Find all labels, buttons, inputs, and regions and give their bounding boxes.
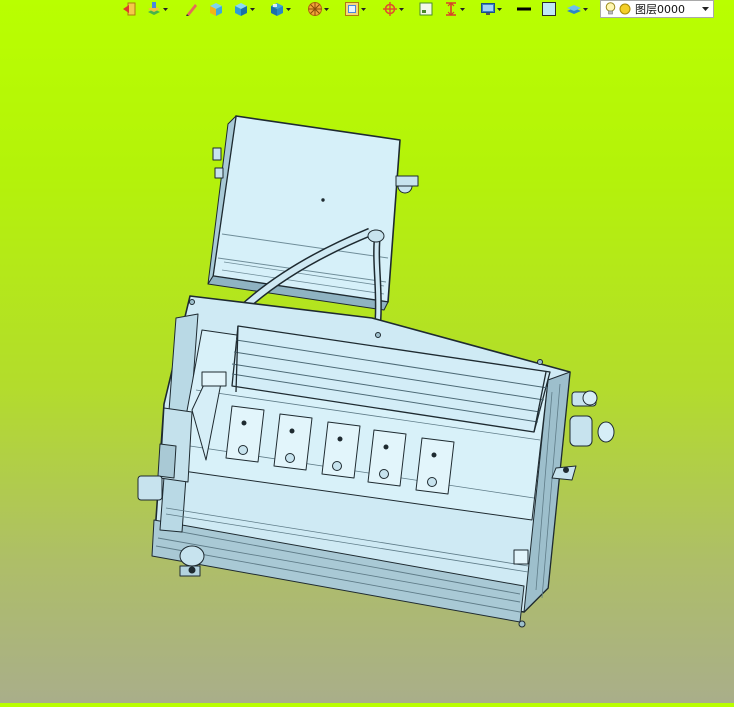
chevron-down-icon[interactable] (697, 1, 713, 17)
zoom-fit-icon[interactable] (344, 1, 367, 17)
chevron-down-icon[interactable] (582, 1, 589, 17)
select-box-icon[interactable] (418, 1, 434, 17)
monitor-icon[interactable] (480, 1, 503, 17)
chevron-down-icon[interactable] (459, 1, 466, 17)
top-toolbar: 图层0000 (0, 0, 734, 18)
color-swatch-icon[interactable] (541, 1, 557, 17)
chevron-down-icon[interactable] (360, 1, 367, 17)
line-weight-icon[interactable] (516, 1, 532, 17)
view-cube-icon[interactable] (269, 1, 292, 17)
sun-icon[interactable] (619, 3, 631, 15)
chevron-down-icon[interactable] (496, 1, 503, 17)
control-box (207, 115, 419, 311)
chevron-down-icon[interactable] (162, 1, 169, 17)
lightbulb-icon[interactable] (605, 2, 616, 16)
layer-name: 图层0000 (635, 3, 685, 16)
pencil-icon[interactable] (184, 1, 200, 17)
shaded-box-icon[interactable] (208, 1, 224, 17)
chevron-down-icon[interactable] (323, 1, 330, 17)
chevron-down-icon[interactable] (398, 1, 405, 17)
crosshair-icon[interactable] (382, 1, 405, 17)
chevron-down-icon[interactable] (285, 1, 292, 17)
exit-arrow-icon[interactable] (121, 1, 137, 17)
section-wheel-icon[interactable] (307, 1, 330, 17)
solid-cube-icon[interactable] (233, 1, 256, 17)
measure-icon[interactable] (443, 1, 466, 17)
layer-plane-icon[interactable] (566, 1, 589, 17)
layer-stack-icon[interactable] (146, 1, 169, 17)
cad-viewport[interactable] (0, 18, 734, 703)
chevron-down-icon[interactable] (249, 1, 256, 17)
3d-model-drawing (137, 115, 615, 628)
layer-selector[interactable]: 图层0000 (600, 0, 714, 18)
